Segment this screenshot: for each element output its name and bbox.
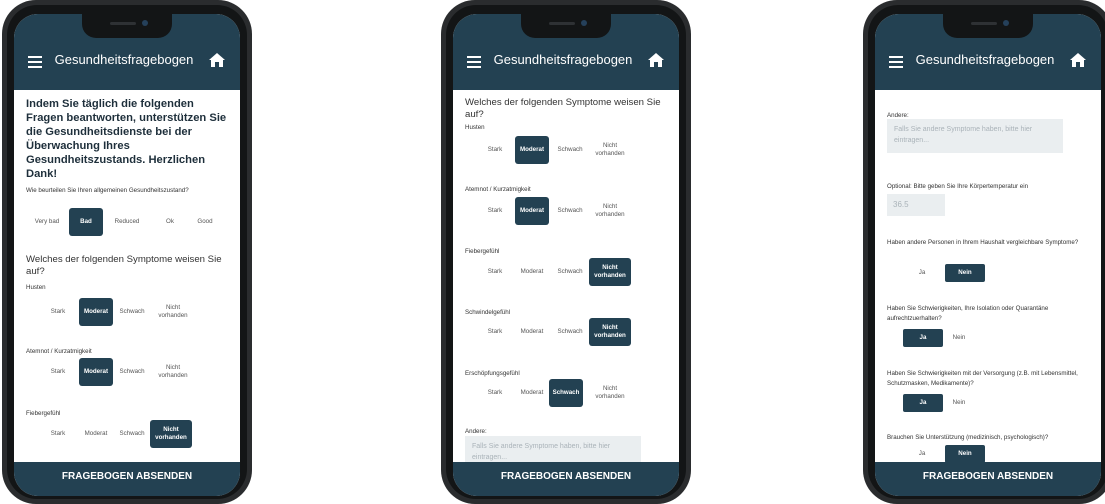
symptom-label: Husten <box>26 284 46 291</box>
phone-frame-3: Gesundheitsfragebogen Andere: Falls Sie … <box>863 0 1105 504</box>
home-icon[interactable] <box>1069 52 1087 73</box>
question-household: Haben andere Personen in Ihrem Haushalt … <box>887 239 1079 246</box>
option-nicht-vorhanden[interactable]: Nicht vorhanden <box>589 136 631 164</box>
question-health-state: Wie beurteilen Sie Ihren allgemeinen Ges… <box>26 187 189 194</box>
symptom-label: Erschöpfungsgefühl <box>465 370 520 377</box>
home-icon[interactable] <box>647 52 665 73</box>
option-nicht-vorhanden[interactable]: Nicht vorhanden <box>150 420 192 448</box>
no-option[interactable]: Nein <box>939 329 979 347</box>
question-supply: Haben Sie Schwierigkeiten mit der Versor… <box>887 370 1078 387</box>
option-ok[interactable]: Ok <box>153 208 187 236</box>
option-schwach[interactable]: Schwach <box>549 379 583 407</box>
option-nicht-vorhanden[interactable]: Nicht vorhanden <box>589 197 631 225</box>
option-bad[interactable]: Bad <box>69 208 103 236</box>
other-symptoms-input[interactable]: Falls Sie andere Symptome haben, bitte h… <box>465 436 641 462</box>
option-schwach[interactable]: Schwach <box>115 420 149 448</box>
option-good[interactable]: Good <box>188 208 222 236</box>
form-content: Welches der folgenden Symptome weisen Si… <box>453 90 679 462</box>
temperature-input[interactable]: 36.5 <box>887 194 945 216</box>
option-nicht-vorhanden[interactable]: Nicht vorhanden <box>589 379 631 407</box>
option-stark[interactable]: Stark <box>478 318 512 346</box>
no-option[interactable]: Nein <box>945 445 985 462</box>
no-option[interactable]: Nein <box>945 264 985 282</box>
option-moderat[interactable]: Moderat <box>515 136 549 164</box>
symptoms-heading: Welches der folgenden Symptome weisen Si… <box>465 97 661 120</box>
hamburger-menu-icon[interactable] <box>889 56 903 71</box>
question-support: Brauchen Sie Unterstützung (medizinisch,… <box>887 434 1049 441</box>
option-schwach[interactable]: Schwach <box>553 318 587 346</box>
hamburger-menu-icon[interactable] <box>28 56 42 71</box>
screen-3: Gesundheitsfragebogen Andere: Falls Sie … <box>875 14 1101 496</box>
symptoms-heading: Welches der folgenden Symptome weisen Si… <box>26 254 222 277</box>
symptom-label: Husten <box>465 124 485 131</box>
yes-option[interactable]: Ja <box>902 445 942 462</box>
option-schwach[interactable]: Schwach <box>115 358 149 386</box>
submit-button[interactable]: FRAGEBOGEN ABSENDEN <box>14 462 240 496</box>
no-option[interactable]: Nein <box>939 394 979 412</box>
symptom-label: Schwindelgefühl <box>465 309 511 316</box>
option-moderat[interactable]: Moderat <box>79 358 113 386</box>
option-schwach[interactable]: Schwach <box>115 298 149 326</box>
app-title: Gesundheitsfragebogen <box>54 52 194 67</box>
screen-2: Gesundheitsfragebogen Welches der folgen… <box>453 14 679 496</box>
option-moderat[interactable]: Moderat <box>79 420 113 448</box>
option-nicht-vorhanden[interactable]: Nicht vorhanden <box>152 358 194 386</box>
option-reduced[interactable]: Reduced <box>110 208 144 236</box>
option-moderat[interactable]: Moderat <box>515 258 549 286</box>
option-nicht-vorhanden[interactable]: Nicht vorhanden <box>589 258 631 286</box>
option-moderat[interactable]: Moderat <box>515 318 549 346</box>
other-label: Andere: <box>887 112 909 119</box>
option-stark[interactable]: Stark <box>41 358 75 386</box>
option-schwach[interactable]: Schwach <box>553 258 587 286</box>
temperature-label: Optional: Bitte geben Sie Ihre Körpertem… <box>887 183 1029 190</box>
option-nicht-vorhanden[interactable]: Nicht vorhanden <box>152 298 194 326</box>
phone-frame-1: Gesundheitsfragebogen Indem Sie täglich … <box>2 0 252 504</box>
option-stark[interactable]: Stark <box>478 197 512 225</box>
hamburger-menu-icon[interactable] <box>467 56 481 71</box>
other-label: Andere: <box>465 428 487 435</box>
other-symptoms-input[interactable]: Falls Sie andere Symptome haben, bitte h… <box>887 119 1063 153</box>
option-stark[interactable]: Stark <box>478 379 512 407</box>
option-moderat[interactable]: Moderat <box>515 379 549 407</box>
submit-button[interactable]: FRAGEBOGEN ABSENDEN <box>453 462 679 496</box>
screen-1: Gesundheitsfragebogen Indem Sie täglich … <box>14 14 240 496</box>
symptom-label: Fiebergefühl <box>465 248 500 255</box>
question-isolation: Haben Sie Schwierigkeiten, Ihre Isolatio… <box>887 305 1049 322</box>
home-icon[interactable] <box>208 52 226 73</box>
option-very-bad[interactable]: Very bad <box>30 208 64 236</box>
submit-button[interactable]: FRAGEBOGEN ABSENDEN <box>875 462 1101 496</box>
phone-frame-2: Gesundheitsfragebogen Welches der folgen… <box>441 0 691 504</box>
option-nicht-vorhanden[interactable]: Nicht vorhanden <box>589 318 631 346</box>
app-title: Gesundheitsfragebogen <box>915 52 1055 67</box>
yes-option[interactable]: Ja <box>902 264 942 282</box>
option-moderat[interactable]: Moderat <box>515 197 549 225</box>
yes-option[interactable]: Ja <box>903 329 943 347</box>
option-stark[interactable]: Stark <box>478 136 512 164</box>
symptom-label: Fiebergefühl <box>26 410 61 417</box>
option-schwach[interactable]: Schwach <box>553 136 587 164</box>
app-title: Gesundheitsfragebogen <box>493 52 633 67</box>
option-stark[interactable]: Stark <box>478 258 512 286</box>
option-moderat[interactable]: Moderat <box>79 298 113 326</box>
option-stark[interactable]: Stark <box>41 298 75 326</box>
option-schwach[interactable]: Schwach <box>553 197 587 225</box>
symptom-label: Atemnot / Kurzatmigkeit <box>465 186 531 193</box>
symptom-label: Atemnot / Kurzatmigkeit <box>26 348 92 355</box>
yes-option[interactable]: Ja <box>903 394 943 412</box>
intro-text: Indem Sie täglich die folgenden Fragen b… <box>26 98 227 180</box>
option-stark[interactable]: Stark <box>41 420 75 448</box>
form-content: Indem Sie täglich die folgenden Fragen b… <box>14 90 240 462</box>
form-content: Andere: Falls Sie andere Symptome haben,… <box>875 90 1101 462</box>
